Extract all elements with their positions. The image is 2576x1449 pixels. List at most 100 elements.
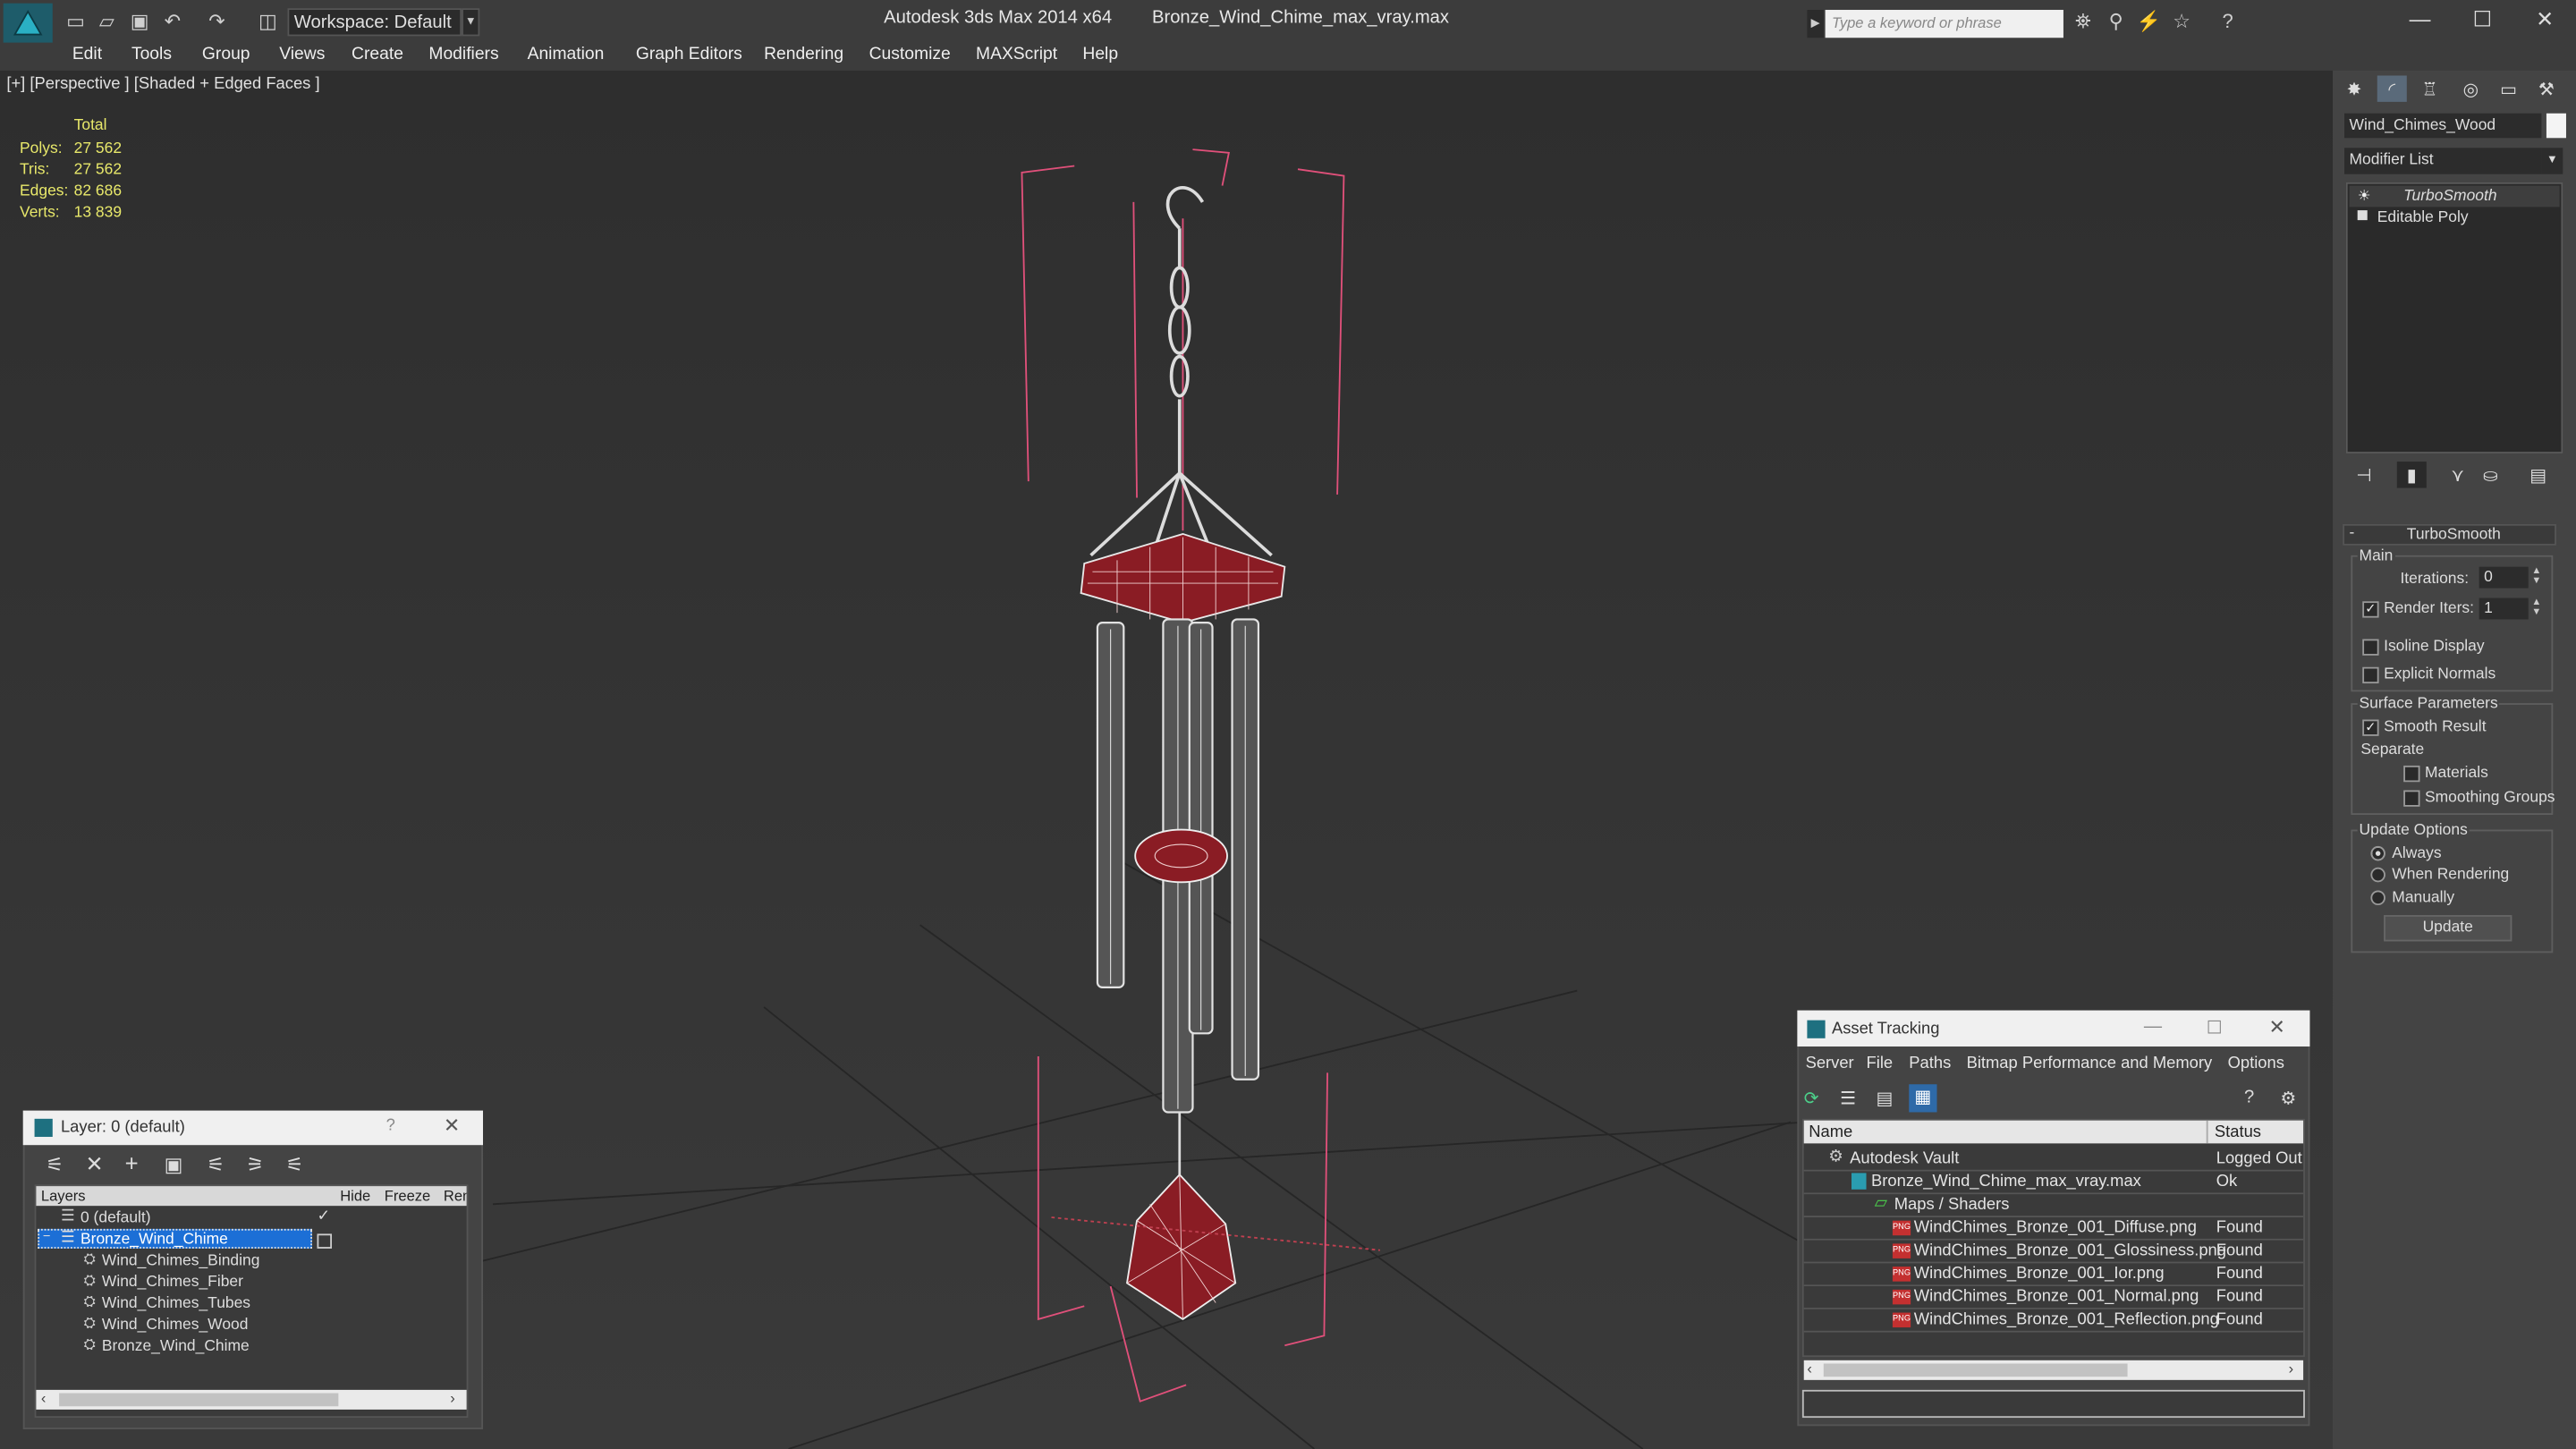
redo-icon[interactable]: ↷	[204, 8, 230, 34]
pin-stack-icon[interactable]: ⊣	[2350, 462, 2379, 487]
asset-maximize-icon[interactable]: ☐	[2207, 1017, 2223, 1038]
table-view-icon[interactable]: ▦	[1909, 1084, 1937, 1113]
subscription-icon[interactable]: ⚲	[2103, 8, 2129, 34]
manually-radio[interactable]	[2370, 890, 2385, 906]
undo-icon[interactable]: ↶	[159, 8, 185, 34]
project-folder-icon[interactable]: ◫	[255, 8, 281, 34]
refresh-icon[interactable]: ⟳	[1804, 1088, 1819, 1109]
collapse-icon[interactable]: −	[43, 1229, 51, 1244]
col-layers[interactable]: Layers	[41, 1188, 86, 1204]
column-divider[interactable]	[2206, 1120, 2208, 1144]
iterations-spinner-arrows-icon[interactable]: ▲ ▼	[2531, 567, 2541, 587]
make-unique-icon[interactable]: ⋎	[2443, 462, 2472, 487]
asset-menu-file[interactable]: File	[1867, 1055, 1894, 1072]
minimize-icon[interactable]: —	[2395, 4, 2445, 37]
layer-dialog-help-icon[interactable]: ?	[386, 1117, 395, 1135]
scroll-right-icon[interactable]: ›	[2289, 1360, 2294, 1377]
communication-icon[interactable]: ⚡	[2136, 8, 2162, 34]
remove-modifier-icon[interactable]: ⛀	[2476, 462, 2505, 487]
layer-tool-icon[interactable]: ⚟	[46, 1153, 64, 1176]
configure-sets-icon[interactable]: ▤	[2523, 462, 2553, 487]
menu-edit[interactable]: Edit	[72, 45, 102, 64]
col-status[interactable]: Status	[2215, 1123, 2261, 1141]
favorites-star-icon[interactable]: ☆	[2168, 8, 2194, 34]
search-input[interactable]: Type a keyword or phrase	[1825, 10, 2063, 38]
scroll-left-icon[interactable]: ‹	[41, 1390, 47, 1406]
maximize-icon[interactable]: ☐	[2458, 4, 2507, 37]
object-color-swatch[interactable]	[2546, 113, 2566, 139]
explicit-normals-checkbox[interactable]	[2362, 666, 2379, 684]
menu-help[interactable]: Help	[1082, 45, 1118, 64]
menu-animation[interactable]: Animation	[528, 45, 605, 64]
render-iters-spinner-arrows-icon[interactable]: ▲ ▼	[2531, 598, 2541, 618]
scroll-right-icon[interactable]: ›	[450, 1390, 455, 1406]
modifier-list-arrow-icon[interactable]: ▼	[2541, 148, 2563, 174]
asset-scroll-thumb[interactable]	[1823, 1363, 2128, 1377]
menu-graph-editors[interactable]: Graph Editors	[636, 45, 742, 64]
stack-item-editable-poly[interactable]: Editable Poly	[2377, 208, 2469, 226]
delete-layer-icon[interactable]: ✕	[86, 1152, 104, 1178]
asset-path-field[interactable]	[1801, 1389, 2305, 1419]
iterations-spinner[interactable]: 0	[2479, 566, 2529, 589]
make-current-box-icon[interactable]	[317, 1233, 333, 1249]
asset-menu-bitmap[interactable]: Bitmap Performance and Memory	[1967, 1055, 2213, 1072]
tree-view-icon[interactable]: ▤	[1877, 1088, 1894, 1109]
app-logo[interactable]	[3, 3, 53, 43]
binoculars-icon[interactable]: ⛯	[2070, 8, 2096, 34]
asset-tools-icon[interactable]: ⚙	[2280, 1088, 2296, 1109]
asset-menu-options[interactable]: Options	[2228, 1055, 2284, 1072]
col-render[interactable]: Ren	[444, 1188, 467, 1204]
layer-object-name[interactable]: Wind_Chimes_Tubes	[102, 1294, 250, 1312]
menu-tools[interactable]: Tools	[131, 45, 172, 64]
layer-name[interactable]: 0 (default)	[80, 1209, 151, 1227]
new-file-icon[interactable]: ▭	[63, 8, 89, 34]
menu-modifiers[interactable]: Modifiers	[428, 45, 498, 64]
asset-menu-paths[interactable]: Paths	[1909, 1055, 1951, 1072]
highlight-layer-icon[interactable]: ⚞	[247, 1153, 265, 1176]
layer-name[interactable]: Bronze_Wind_Chime	[80, 1231, 228, 1249]
lightbulb-icon[interactable]: ☀	[2358, 187, 2371, 205]
update-button[interactable]: Update	[2384, 915, 2512, 942]
help-icon[interactable]: ?	[2215, 8, 2241, 34]
workspace-select[interactable]: Workspace: Default	[287, 8, 462, 37]
hierarchy-tab-icon[interactable]: ♖	[2415, 75, 2445, 101]
show-end-result-icon[interactable]: ▮	[2396, 462, 2427, 488]
current-layer-check-icon[interactable]: ✓	[317, 1208, 330, 1225]
isoline-display-checkbox[interactable]	[2362, 639, 2379, 656]
layer-scroll-thumb[interactable]	[59, 1393, 339, 1407]
display-tab-icon[interactable]: ▭	[2494, 75, 2523, 101]
scroll-left-icon[interactable]: ‹	[1807, 1360, 1812, 1377]
search-arrow-icon[interactable]: ▶	[1807, 10, 1824, 38]
workspace-dropdown-icon[interactable]: ▼	[462, 8, 480, 37]
menu-rendering[interactable]: Rendering	[764, 45, 843, 64]
layer-object-name[interactable]: Wind_Chimes_Wood	[102, 1316, 249, 1334]
hide-all-layers-icon[interactable]: ⚟	[286, 1153, 304, 1176]
new-layer-icon[interactable]: +	[125, 1150, 139, 1176]
render-iters-spinner[interactable]: 1	[2479, 597, 2529, 620]
col-hide[interactable]: Hide	[340, 1188, 370, 1204]
render-iters-checkbox[interactable]: ✓	[2362, 601, 2379, 618]
open-file-icon[interactable]: ▱	[94, 8, 120, 34]
select-layer-icon[interactable]: ⚟	[207, 1153, 225, 1176]
menu-maxscript[interactable]: MAXScript	[976, 45, 1057, 64]
create-tab-icon[interactable]: ✸	[2340, 75, 2369, 101]
motion-tab-icon[interactable]: ◎	[2456, 75, 2486, 101]
layer-object-name[interactable]: Wind_Chimes_Fiber	[102, 1273, 243, 1291]
save-file-icon[interactable]: ▣	[126, 8, 152, 34]
asset-close-icon[interactable]: ✕	[2269, 1015, 2285, 1038]
layer-object-name[interactable]: Bronze_Wind_Chime	[102, 1337, 250, 1355]
close-icon[interactable]: ✕	[2521, 4, 2570, 37]
layer-dialog-close-icon[interactable]: ✕	[444, 1114, 460, 1137]
menu-views[interactable]: Views	[279, 45, 325, 64]
asset-menu-server[interactable]: Server	[1806, 1055, 1854, 1072]
layer-object-name[interactable]: Wind_Chimes_Binding	[102, 1252, 260, 1270]
asset-minimize-icon[interactable]: —	[2144, 1017, 2162, 1037]
smoothing-groups-checkbox[interactable]	[2403, 790, 2420, 807]
menu-customize[interactable]: Customize	[869, 45, 951, 64]
viewport-label[interactable]: [+] [Perspective ] [Shaded + Edged Faces…	[6, 75, 319, 93]
when-rendering-radio[interactable]	[2370, 867, 2385, 883]
asset-help-icon[interactable]: ?	[2244, 1088, 2254, 1107]
list-view-icon[interactable]: ☰	[1840, 1088, 1856, 1109]
rollout-collapse-icon[interactable]: -	[2350, 524, 2355, 542]
menu-create[interactable]: Create	[352, 45, 403, 64]
